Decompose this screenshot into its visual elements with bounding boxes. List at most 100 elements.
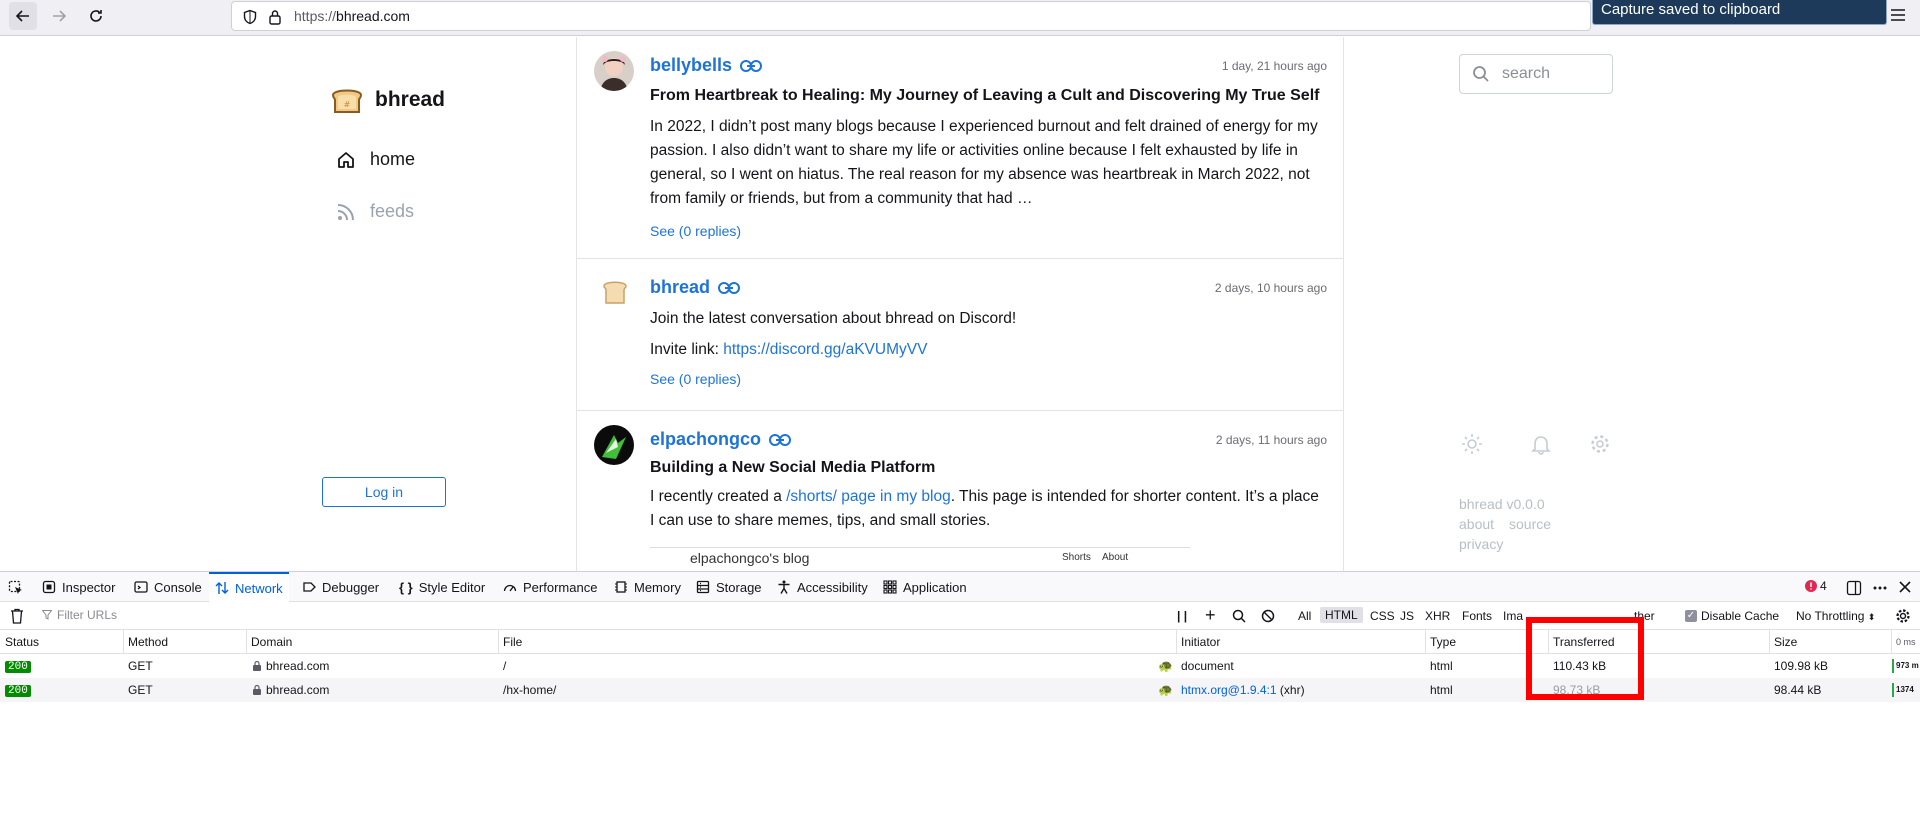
post-timestamp[interactable]: 2 days, 10 hours ago (1215, 281, 1327, 295)
url-text[interactable]: https://bhread.com (294, 8, 410, 24)
filter-html[interactable]: HTML (1320, 607, 1363, 623)
forward-button[interactable] (45, 2, 73, 30)
shield-icon[interactable] (242, 9, 258, 25)
tab-application[interactable]: Application (877, 572, 973, 602)
dock-side-icon[interactable] (1846, 580, 1862, 596)
filter-images[interactable]: Ima (1503, 609, 1523, 623)
bread-avatar-icon (603, 281, 627, 304)
tab-network[interactable]: Network (209, 572, 289, 602)
more-options-icon[interactable] (1872, 580, 1888, 596)
theme-sun-icon[interactable] (1461, 433, 1483, 455)
col-size[interactable]: Size (1774, 635, 1797, 649)
column-divider[interactable] (123, 630, 124, 654)
tab-debugger[interactable]: Debugger (296, 572, 385, 602)
error-icon (1805, 580, 1817, 592)
nav-feeds[interactable]: feeds (336, 201, 414, 222)
filter-other[interactable]: ther (1634, 609, 1655, 623)
notifications-bell-icon[interactable] (1530, 433, 1552, 455)
initiator-link[interactable]: htmx.org@1.9.4:1 (1181, 683, 1277, 697)
filter-js[interactable]: JS (1400, 609, 1414, 623)
add-request-icon[interactable]: + (1205, 605, 1216, 626)
filter-xhr[interactable]: XHR (1425, 609, 1450, 623)
column-divider[interactable] (246, 630, 247, 654)
post-timestamp[interactable]: 2 days, 11 hours ago (1216, 433, 1327, 447)
see-replies-link[interactable]: See (0 replies) (650, 371, 741, 387)
col-transferred[interactable]: Transferred (1553, 635, 1615, 649)
tab-storage[interactable]: Storage (690, 572, 768, 602)
table-row[interactable]: 200 GET bhread.com / 🐢 document html 110… (0, 654, 1920, 678)
capture-toast: Capture saved to clipboard (1592, 0, 1887, 25)
post-title[interactable]: From Heartbreak to Healing: My Journey o… (650, 87, 1319, 105)
column-divider[interactable] (1891, 630, 1892, 654)
avatar[interactable] (594, 273, 634, 313)
post-title[interactable]: Building a New Social Media Platform (650, 459, 935, 477)
link-icon[interactable] (769, 433, 792, 447)
login-button[interactable]: Log in (322, 477, 446, 507)
footer-link-privacy[interactable]: privacy (1459, 536, 1503, 552)
col-waterfall[interactable]: 0 ms (1896, 637, 1916, 647)
post-author-link[interactable]: elpachongco (650, 429, 792, 450)
column-divider[interactable] (1425, 630, 1426, 654)
table-row[interactable]: 200 GET bhread.com /hx-home/ 🐢 htmx.org@… (0, 678, 1920, 702)
lock-icon[interactable] (268, 9, 282, 25)
settings-gear-icon[interactable] (1589, 433, 1611, 455)
menu-icon[interactable] (1890, 8, 1906, 22)
element-picker-icon[interactable] (8, 580, 24, 596)
post-body: I recently created a /shorts/ page in my… (650, 485, 1322, 533)
col-method[interactable]: Method (128, 635, 168, 649)
pause-icon[interactable]: | | (1177, 609, 1187, 623)
close-icon[interactable] (1898, 580, 1912, 594)
column-divider[interactable] (498, 630, 499, 654)
filter-all[interactable]: All (1298, 609, 1311, 623)
tab-console[interactable]: Console (128, 572, 208, 602)
col-domain[interactable]: Domain (251, 635, 292, 649)
discord-invite-link[interactable]: https://discord.gg/aKVUMyVV (723, 341, 927, 358)
tab-memory[interactable]: Memory (608, 572, 687, 602)
nav-home[interactable]: home (336, 149, 415, 170)
see-replies-link[interactable]: See (0 replies) (650, 223, 741, 239)
tab-accessibility[interactable]: Accessibility (771, 572, 874, 602)
error-count-badge[interactable]: 4 (1805, 579, 1827, 593)
shorts-page-link[interactable]: /shorts/ page in my blog (786, 488, 951, 505)
column-divider[interactable] (1176, 630, 1177, 654)
filter-fonts[interactable]: Fonts (1462, 609, 1492, 623)
tab-label: Network (235, 580, 283, 596)
tab-inspector[interactable]: Inspector (36, 572, 121, 602)
column-divider[interactable] (1769, 630, 1770, 654)
post-author-link[interactable]: bellybells (650, 55, 763, 76)
avatar[interactable] (594, 51, 634, 91)
transferred-cell: 110.43 kB (1553, 659, 1607, 673)
col-status[interactable]: Status (5, 635, 39, 649)
col-file[interactable]: File (503, 635, 522, 649)
search-placeholder: search (1502, 65, 1551, 82)
reload-button[interactable] (82, 2, 110, 30)
site-logo[interactable]: # bhread (329, 85, 445, 115)
col-initiator[interactable]: Initiator (1181, 635, 1220, 649)
tab-performance[interactable]: Performance (497, 572, 603, 602)
url-bar[interactable]: https://bhread.com (231, 1, 1591, 31)
avatar[interactable] (594, 425, 634, 465)
search-icon[interactable] (1232, 609, 1246, 623)
filter-urls-input[interactable]: Filter URLs (57, 608, 117, 622)
network-settings-gear-icon[interactable] (1895, 608, 1911, 624)
post-timestamp[interactable]: 1 day, 21 hours ago (1222, 59, 1327, 73)
trash-icon[interactable] (10, 608, 24, 624)
initiator-cell: htmx.org@1.9.4:1 (xhr) (1181, 683, 1305, 697)
storage-icon (696, 580, 710, 594)
throttling-select[interactable]: No Throttling ⬍ (1796, 609, 1875, 623)
filter-css[interactable]: CSS (1370, 609, 1395, 623)
tab-style-editor[interactable]: { } Style Editor (393, 572, 491, 602)
link-preview-embed[interactable]: elpachongco's blog Shorts About (650, 547, 1190, 571)
search-input[interactable]: search (1459, 54, 1613, 94)
back-button[interactable] (9, 2, 37, 30)
block-icon[interactable] (1261, 609, 1275, 623)
post-author-link[interactable]: bhread (650, 277, 741, 298)
footer-link-about[interactable]: about (1459, 516, 1494, 532)
column-divider[interactable] (1548, 630, 1549, 654)
link-icon[interactable] (740, 59, 763, 73)
post-feed: bellybells 1 day, 21 hours ago From Hear… (576, 37, 1344, 571)
col-type[interactable]: Type (1430, 635, 1456, 649)
link-icon[interactable] (718, 281, 741, 295)
footer-link-source[interactable]: source (1509, 516, 1551, 532)
disable-cache-checkbox[interactable]: ✓ Disable Cache (1685, 609, 1779, 623)
